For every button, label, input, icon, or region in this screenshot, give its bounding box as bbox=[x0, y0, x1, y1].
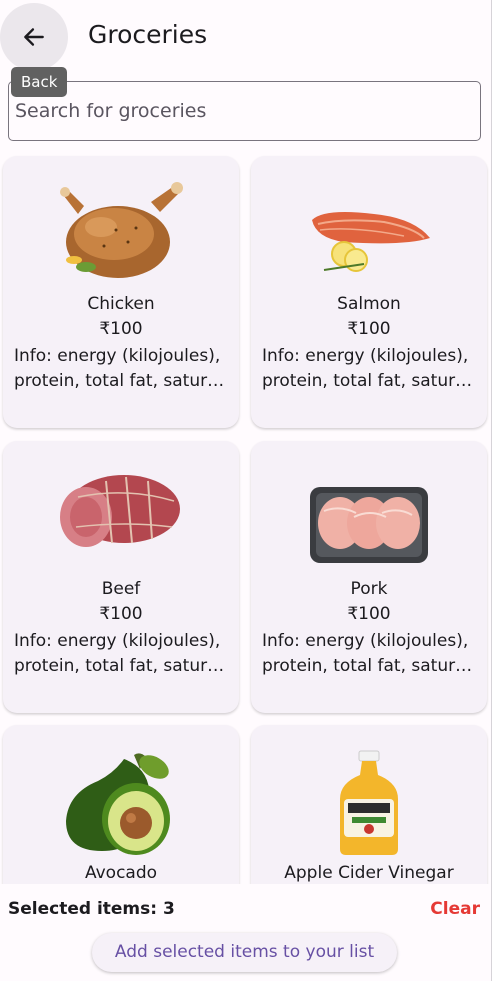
product-info-line: protein, total fat, satura... bbox=[262, 371, 478, 391]
selected-count: Selected items: 3 bbox=[8, 899, 175, 919]
product-info: Info: energy (kilojoules), protein, tota… bbox=[262, 344, 478, 394]
product-name: Apple Cider Vinegar bbox=[284, 863, 454, 883]
product-card-salmon[interactable]: Salmon ₹100 Info: energy (kilojoules), p… bbox=[251, 156, 487, 428]
search-placeholder: Search for groceries bbox=[15, 100, 207, 122]
product-info-line: Info: energy (kilojoules), bbox=[262, 631, 469, 651]
chicken-image bbox=[60, 182, 183, 278]
arrow-left-icon bbox=[24, 28, 44, 46]
product-info-line: protein, total fat, satura... bbox=[14, 656, 230, 676]
product-name: Beef bbox=[101, 579, 141, 599]
product-card-beef[interactable]: Beef ₹100 Info: energy (kilojoules), pro… bbox=[3, 441, 239, 713]
back-tooltip: Back bbox=[11, 67, 68, 97]
product-price: ₹100 bbox=[347, 319, 391, 339]
selection-bar: Selected items: 3 Clear Add selected ite… bbox=[0, 884, 491, 981]
add-to-list-button[interactable]: Add selected items to your list bbox=[92, 933, 397, 972]
app-bar: Groceries bbox=[0, 0, 491, 76]
product-info-line: Info: energy (kilojoules), bbox=[14, 631, 221, 651]
product-price: ₹100 bbox=[99, 604, 143, 624]
page-title: Groceries bbox=[88, 20, 208, 49]
product-name: Salmon bbox=[337, 294, 401, 314]
product-info-line: Info: energy (kilojoules), bbox=[14, 346, 221, 366]
product-info: Info: energy (kilojoules), protein, tota… bbox=[262, 629, 478, 679]
salmon-image bbox=[312, 212, 430, 272]
groceries-screen: Chicken ₹100 Info: energy (kilojoules), … bbox=[0, 0, 492, 981]
product-info-line: Info: energy (kilojoules), bbox=[262, 346, 469, 366]
product-card-chicken[interactable]: Chicken ₹100 Info: energy (kilojoules), … bbox=[3, 156, 239, 428]
back-button[interactable] bbox=[0, 3, 68, 71]
product-name: Pork bbox=[350, 579, 388, 599]
product-info: Info: energy (kilojoules), protein, tota… bbox=[14, 344, 230, 394]
product-price: ₹100 bbox=[347, 604, 391, 624]
product-info-line: protein, total fat, satura... bbox=[14, 371, 230, 391]
search-input[interactable]: Search for groceries bbox=[8, 81, 481, 141]
product-name: Chicken bbox=[87, 294, 155, 314]
beef-image bbox=[60, 475, 180, 547]
product-card-pork[interactable]: Pork ₹100 Info: energy (kilojoules), pro… bbox=[251, 441, 487, 713]
clear-button[interactable]: Clear bbox=[430, 899, 480, 919]
product-name: Avocado bbox=[84, 863, 158, 883]
product-price: ₹100 bbox=[99, 319, 143, 339]
product-info: Info: energy (kilojoules), protein, tota… bbox=[14, 629, 230, 679]
product-info-line: protein, total fat, satura... bbox=[262, 656, 478, 676]
avocado-image bbox=[66, 753, 170, 855]
pork-image bbox=[310, 487, 428, 563]
vinegar-bottle-image bbox=[340, 750, 398, 855]
